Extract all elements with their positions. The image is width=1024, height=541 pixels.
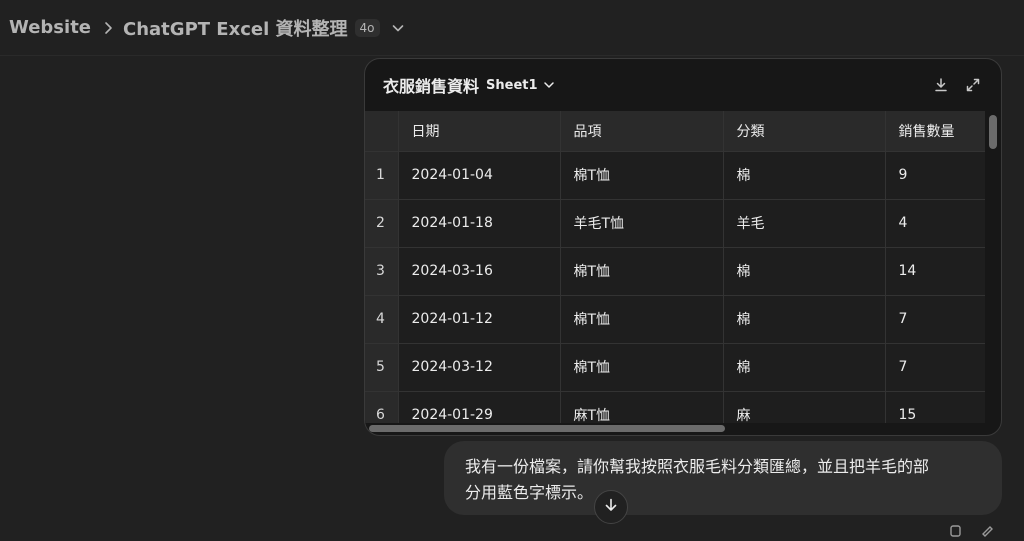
quantity-cell[interactable]: 9 [885,151,985,200]
user-message-bubble: 我有一份檔案，請你幫我按照衣服毛料分類匯總，並且把羊毛的部 分用藍色字標示。 [444,441,1002,515]
table-row: 3 2024-03-16 棉T恤 棉 14 [365,247,985,296]
table-row: 5 2024-03-12 棉T恤 棉 7 [365,343,985,392]
quantity-cell[interactable]: 7 [885,343,985,392]
column-header-quantity[interactable]: 銷售數量 [885,111,985,152]
copy-icon[interactable] [948,522,962,537]
category-cell[interactable]: 麻 [723,391,886,423]
item-cell[interactable]: 棉T恤 [560,343,724,392]
category-cell[interactable]: 棉 [723,295,886,344]
row-number[interactable]: 6 [365,391,399,423]
row-number[interactable]: 4 [365,295,399,344]
quantity-cell[interactable]: 4 [885,199,985,248]
quantity-cell[interactable]: 14 [885,247,985,296]
expand-icon[interactable] [963,75,983,95]
item-cell[interactable]: 麻T恤 [560,391,724,423]
category-cell[interactable]: 棉 [723,151,886,200]
edit-icon[interactable] [980,522,994,537]
quantity-cell[interactable]: 7 [885,295,985,344]
date-cell[interactable]: 2024-01-29 [398,391,561,423]
category-cell[interactable]: 棉 [723,247,886,296]
row-number[interactable]: 2 [365,199,399,248]
spreadsheet-grid[interactable]: 日期 品項 分類 銷售數量 1 2024-01-04 棉T恤 棉 9 2 202… [365,111,985,423]
item-cell[interactable]: 棉T恤 [560,151,724,200]
horizontal-scrollbar[interactable] [369,425,725,432]
scroll-to-bottom-button[interactable] [594,490,628,524]
column-header-date[interactable]: 日期 [398,111,561,152]
date-cell[interactable]: 2024-03-12 [398,343,561,392]
item-cell[interactable]: 棉T恤 [560,247,724,296]
breadcrumb-website[interactable]: Website [9,17,91,38]
date-cell[interactable]: 2024-01-18 [398,199,561,248]
date-cell[interactable]: 2024-01-04 [398,151,561,200]
spreadsheet-title: 衣服銷售資料 [383,77,480,96]
chevron-down-icon[interactable] [389,19,407,37]
quantity-cell[interactable]: 15 [885,391,985,423]
vertical-scrollbar[interactable] [989,115,997,149]
data-table: 日期 品項 分類 銷售數量 1 2024-01-04 棉T恤 棉 9 2 202… [365,111,985,423]
table-header-row: 日期 品項 分類 銷售數量 [365,111,985,152]
spreadsheet-header: 衣服銷售資料 Sheet1 [365,59,1001,111]
page-title[interactable]: ChatGPT Excel 資料整理 [123,15,348,41]
date-cell[interactable]: 2024-03-16 [398,247,561,296]
chevron-right-icon [97,17,119,39]
table-row: 4 2024-01-12 棉T恤 棉 7 [365,295,985,344]
row-number[interactable]: 3 [365,247,399,296]
item-cell[interactable]: 棉T恤 [560,295,724,344]
item-cell[interactable]: 羊毛T恤 [560,199,724,248]
corner-cell[interactable] [365,111,399,152]
column-header-category[interactable]: 分類 [723,111,886,152]
download-icon[interactable] [931,75,951,95]
table-row: 6 2024-01-29 麻T恤 麻 15 [365,391,985,423]
row-number[interactable]: 1 [365,151,399,200]
top-bar: Website ChatGPT Excel 資料整理 4o [0,0,1024,56]
message-line: 分用藍色字標示。 [465,483,594,502]
chevron-down-icon[interactable] [543,78,557,92]
message-line: 我有一份檔案，請你幫我按照衣服毛料分類匯總，並且把羊毛的部 [465,457,930,476]
column-header-item[interactable]: 品項 [560,111,724,152]
category-cell[interactable]: 羊毛 [723,199,886,248]
date-cell[interactable]: 2024-01-12 [398,295,561,344]
sheet-selector[interactable]: Sheet1 [486,78,538,93]
category-cell[interactable]: 棉 [723,343,886,392]
spreadsheet-card: 衣服銷售資料 Sheet1 日期 品項 分類 銷售數量 1 2024-01-04… [364,58,1002,436]
model-badge[interactable]: 4o [354,18,380,37]
arrow-down-icon [603,497,619,517]
table-row: 2 2024-01-18 羊毛T恤 羊毛 4 [365,199,985,248]
table-row: 1 2024-01-04 棉T恤 棉 9 [365,151,985,200]
row-number[interactable]: 5 [365,343,399,392]
